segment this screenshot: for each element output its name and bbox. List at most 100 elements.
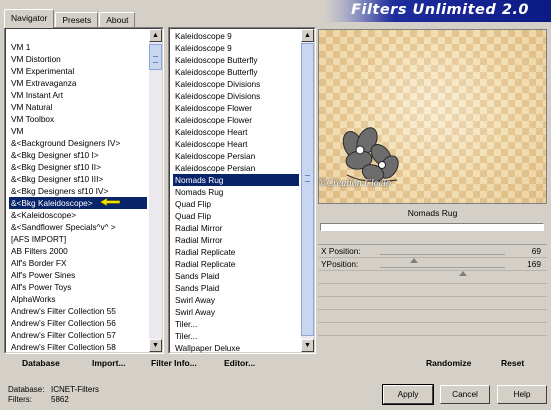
parameter-row-empty bbox=[318, 271, 547, 284]
cancel-button[interactable]: Cancel bbox=[440, 385, 490, 404]
scroll-up-icon[interactable]: ▲ bbox=[149, 29, 162, 42]
category-list-item[interactable]: &<Kaleidoscope> bbox=[9, 209, 147, 221]
filter-list-item[interactable]: Kaleidoscope Divisions bbox=[173, 90, 299, 102]
category-list-item[interactable]: &<Bkg Designer sf10 I> bbox=[9, 149, 147, 161]
category-list-item[interactable]: AlphaWorks bbox=[9, 293, 147, 305]
category-scrollbar[interactable]: ▲ ▼ bbox=[149, 29, 162, 352]
category-list-item[interactable]: VM Distortion bbox=[9, 53, 147, 65]
tab-navigator[interactable]: Navigator bbox=[4, 9, 55, 28]
progress-bar bbox=[320, 223, 544, 231]
filters-label: Filters: bbox=[8, 395, 32, 404]
filter-list-item[interactable]: Swirl Away bbox=[173, 306, 299, 318]
help-button[interactable]: Help bbox=[497, 385, 547, 404]
filter-list-item[interactable]: Quad Flip bbox=[173, 210, 299, 222]
randomize-button[interactable]: Randomize bbox=[426, 358, 471, 368]
filter-list-item[interactable]: Kaleidoscope Persian bbox=[173, 150, 299, 162]
filter-info-button[interactable]: Filter Info... bbox=[151, 358, 197, 368]
category-list-item[interactable]: VM Experimental bbox=[9, 65, 147, 77]
filter-list-item[interactable]: Kaleidoscope Heart bbox=[173, 138, 299, 150]
parameter-slider-track[interactable] bbox=[380, 267, 505, 276]
parameter-slider-track[interactable] bbox=[380, 254, 505, 263]
filter-list-item[interactable]: Sands Plaid bbox=[173, 270, 299, 282]
parameter-row[interactable]: YPosition: 169 bbox=[318, 258, 547, 276]
category-list-item[interactable]: Alf's Border FX bbox=[9, 257, 147, 269]
scroll-down-icon[interactable]: ▼ bbox=[149, 339, 162, 352]
filter-list-item[interactable]: Nomads Rug bbox=[173, 186, 299, 198]
filter-list-item[interactable]: Radial Mirror bbox=[173, 234, 299, 246]
scroll-thumb[interactable] bbox=[149, 44, 162, 70]
database-label: Database: bbox=[8, 385, 45, 394]
apply-button[interactable]: Apply bbox=[382, 384, 434, 405]
app-title: Filters Unlimited 2.0 bbox=[351, 2, 529, 18]
category-list-item[interactable]: Andrew's Filter Collection 55 bbox=[9, 305, 147, 317]
filter-list-item[interactable]: Tiler... bbox=[173, 330, 299, 342]
parameter-label: YPosition: bbox=[321, 259, 359, 269]
tab-presets[interactable]: Presets bbox=[55, 12, 99, 28]
arrow-pointer-icon bbox=[100, 198, 120, 206]
filter-list-item[interactable]: Radial Replicate bbox=[173, 258, 299, 270]
parameter-value: 169 bbox=[527, 259, 541, 269]
category-list-item[interactable]: VM Toolbox bbox=[9, 113, 147, 125]
scroll-thumb[interactable] bbox=[301, 43, 314, 336]
filter-list-item[interactable]: Radial Replicate bbox=[173, 246, 299, 258]
category-list-item[interactable]: Andrew's Filter Collection 57 bbox=[9, 329, 147, 341]
filter-list-item[interactable]: Sands Plaid bbox=[173, 282, 299, 294]
status-info: Database: ICNET-Filters Filters: 5862 bbox=[8, 385, 99, 405]
category-list-item[interactable]: VM bbox=[9, 125, 147, 137]
tab-bar: Navigator Presets About bbox=[4, 8, 136, 28]
filters-unlimited-dialog: Navigator Presets About Filters Unlimite… bbox=[0, 0, 551, 410]
category-list-item[interactable]: Andrew's Filter Collection 56 bbox=[9, 317, 147, 329]
import-button[interactable]: Import... bbox=[92, 358, 126, 368]
category-list-item[interactable]: VM 1 bbox=[9, 41, 147, 53]
category-list-item[interactable]: VM Natural bbox=[9, 101, 147, 113]
current-filter-name: Nomads Rug bbox=[407, 208, 458, 218]
database-button[interactable]: Database bbox=[22, 358, 60, 368]
filters-count: 5862 bbox=[51, 395, 69, 404]
filter-list-item[interactable]: Kaleidoscope Divisions bbox=[173, 78, 299, 90]
scroll-down-icon[interactable]: ▼ bbox=[301, 339, 314, 352]
filter-list-item[interactable]: Tiler... bbox=[173, 318, 299, 330]
category-list-item[interactable]: AB Filters 2000 bbox=[9, 245, 147, 257]
filter-list-item[interactable]: Kaleidoscope 9 bbox=[173, 42, 299, 54]
category-list-item[interactable]: Andrew's Filter Collection 58 bbox=[9, 341, 147, 353]
database-value: ICNET-Filters bbox=[51, 385, 99, 394]
filter-list-item[interactable]: Kaleidoscope Butterfly bbox=[173, 66, 299, 78]
category-list-item[interactable]: VM Instant Art bbox=[9, 89, 147, 101]
tab-about[interactable]: About bbox=[99, 12, 136, 28]
parameter-slider-thumb[interactable] bbox=[458, 271, 467, 276]
filter-list-item[interactable]: Kaleidoscope Flower bbox=[173, 114, 299, 126]
parameter-row-empty bbox=[318, 297, 547, 310]
category-list-item[interactable]: &<Bkg Kaleidoscope> bbox=[9, 197, 147, 209]
category-list-panel: VM 1 VM Distortion VM Experimental VM Extra… bbox=[4, 27, 164, 354]
title-banner: Filters Unlimited 2.0 bbox=[324, 0, 551, 22]
category-list-item[interactable]: [AFS IMPORT] bbox=[9, 233, 147, 245]
category-list-item[interactable]: &<Background Designers IV> bbox=[9, 137, 147, 149]
filter-list-item[interactable]: Swirl Away bbox=[173, 294, 299, 306]
editor-button[interactable]: Editor... bbox=[224, 358, 255, 368]
filter-list-item[interactable]: Nomads Rug bbox=[173, 174, 299, 186]
filter-list-panel: Kaleidoscope 9 Kaleidoscope 9 Kaleidoscope… bbox=[168, 27, 316, 354]
bottom-toolbar: Database Import... Filter Info... Editor… bbox=[0, 354, 551, 376]
category-list-item[interactable]: Alf's Power Toys bbox=[9, 281, 147, 293]
category-list-item[interactable]: VM Extravaganza bbox=[9, 77, 147, 89]
parameter-row-empty bbox=[318, 284, 547, 297]
reset-button[interactable]: Reset bbox=[501, 358, 524, 368]
scroll-up-icon[interactable]: ▲ bbox=[301, 29, 314, 42]
parameter-row[interactable]: X Position: 69 bbox=[318, 245, 547, 263]
filter-list-item[interactable]: Kaleidoscope Heart bbox=[173, 126, 299, 138]
parameter-row-empty bbox=[318, 310, 547, 323]
filter-list-item[interactable]: Kaleidoscope 9 bbox=[173, 30, 299, 42]
filter-list-item[interactable]: Kaleidoscope Butterfly bbox=[173, 54, 299, 66]
filter-list-item[interactable]: Wallpaper Deluxe bbox=[173, 342, 299, 353]
filter-list-item[interactable]: Quad Flip bbox=[173, 198, 299, 210]
filter-list-item[interactable]: Radial Mirror bbox=[173, 222, 299, 234]
category-list-item[interactable]: &<Sandflower Specials^v^ > bbox=[9, 221, 147, 233]
parameter-value: 69 bbox=[531, 246, 541, 256]
category-list-item[interactable]: Alf's Power Sines bbox=[9, 269, 147, 281]
category-list-item[interactable]: &<Bkg Designers sf10 IV> bbox=[9, 185, 147, 197]
filter-list-item[interactable]: Kaleidoscope Persian bbox=[173, 162, 299, 174]
filter-list-item[interactable]: Kaleidoscope Flower bbox=[173, 102, 299, 114]
category-list-item[interactable]: &<Bkg Designer sf10 III> bbox=[9, 173, 147, 185]
category-list-item[interactable]: &<Bkg Designer sf10 II> bbox=[9, 161, 147, 173]
filter-scrollbar[interactable]: ▲ ▼ bbox=[301, 29, 314, 352]
